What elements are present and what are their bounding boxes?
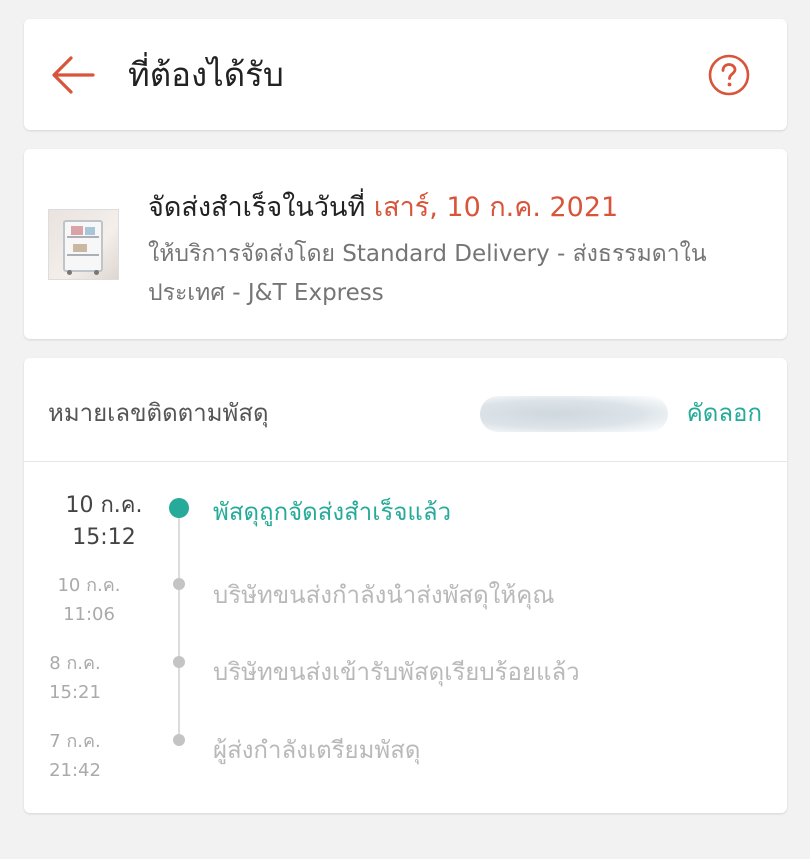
- timeline-dot: [173, 578, 185, 590]
- page-title: ที่ต้องได้รับ: [128, 55, 284, 94]
- event-date: 8 ก.ค.: [49, 653, 101, 674]
- delivery-status-text: จัดส่งสำเร็จในวันที่: [148, 192, 366, 223]
- shipping-service: ให้บริการจัดส่งโดย Standard Delivery - ส…: [148, 241, 707, 306]
- product-thumbnail[interactable]: [48, 209, 119, 280]
- event-description: ผู้ส่งกำลังเตรียมพัสดุ: [213, 736, 421, 764]
- timeline-dot: [173, 656, 185, 668]
- event-date: 10 ก.ค.: [65, 493, 143, 518]
- event-time: 21:42: [49, 760, 101, 781]
- arrow-left-icon: [52, 56, 95, 94]
- event-datetime: 10 ก.ค. 15:12: [49, 490, 159, 554]
- header-bar: ที่ต้องได้รับ: [24, 19, 787, 130]
- timeline-dot-active: [169, 498, 189, 518]
- tracking-number-row: หมายเลขติดตามพัสดุ คัดลอก: [24, 358, 787, 462]
- help-button[interactable]: [708, 54, 750, 96]
- copy-button[interactable]: คัดลอก: [687, 393, 762, 432]
- event-description: บริษัทขนส่งกำลังนำส่งพัสดุให้คุณ: [213, 581, 555, 609]
- event-datetime: 10 ก.ค. 11:06: [34, 571, 144, 629]
- event-datetime: 7 ก.ค. 21:42: [20, 727, 130, 785]
- timeline-dot: [173, 734, 185, 746]
- event-datetime: 8 ก.ค. 15:21: [20, 649, 130, 707]
- event-time: 15:12: [72, 525, 136, 550]
- tracking-card: หมายเลขติดตามพัสดุ คัดลอก 10 ก.ค. 15:12 …: [24, 358, 787, 813]
- question-circle-icon: [708, 54, 750, 96]
- event-description: พัสดุถูกจัดส่งสำเร็จแล้ว: [213, 498, 452, 526]
- delivery-date: เสาร์, 10 ก.ค. 2021: [373, 192, 619, 223]
- delivery-status: จัดส่งสำเร็จในวันที่ เสาร์, 10 ก.ค. 2021: [148, 185, 618, 228]
- back-button[interactable]: [51, 55, 95, 95]
- delivery-info-card[interactable]: จัดส่งสำเร็จในวันที่ เสาร์, 10 ก.ค. 2021…: [24, 149, 787, 339]
- event-description: บริษัทขนส่งเข้ารับพัสดุเรียบร้อยแล้ว: [213, 658, 580, 686]
- event-date: 7 ก.ค.: [49, 731, 101, 752]
- event-time: 11:06: [63, 604, 115, 625]
- event-date: 10 ก.ค.: [57, 575, 121, 596]
- tracking-number-label: หมายเลขติดตามพัสดุ: [48, 399, 269, 427]
- tracking-number-value: [480, 396, 668, 432]
- event-time: 15:21: [49, 682, 101, 703]
- timeline-line: [178, 510, 180, 742]
- rack-image: [63, 220, 103, 275]
